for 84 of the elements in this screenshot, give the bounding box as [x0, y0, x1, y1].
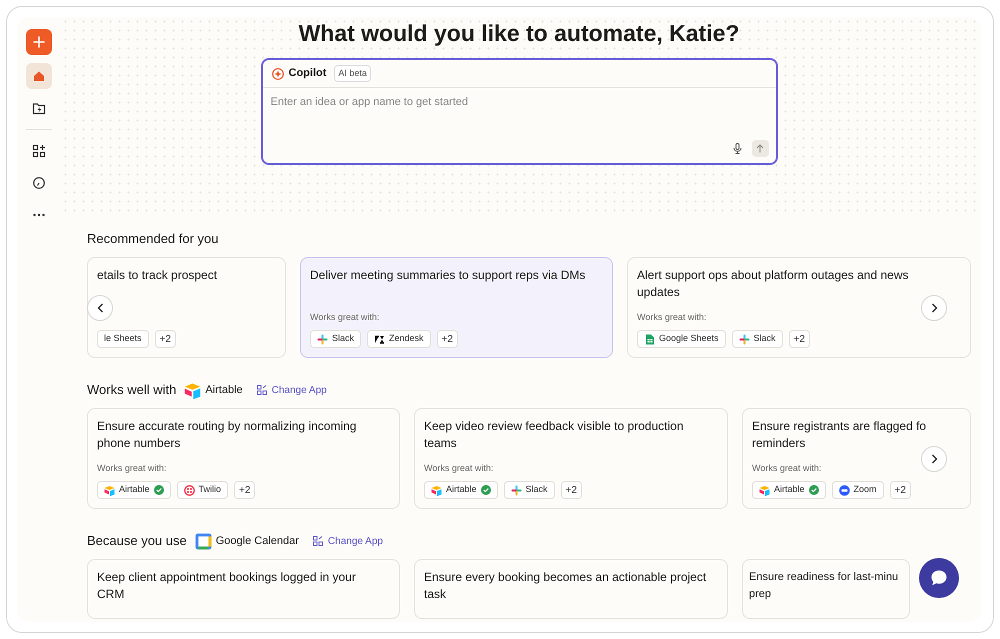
app-chip: Slack: [732, 330, 783, 348]
works-with-label: Works great with:: [637, 310, 708, 324]
airtable-icon: [104, 484, 115, 496]
template-card[interactable]: etails to track prospect le Sheets +2: [87, 257, 286, 358]
apps-icon: [256, 385, 267, 395]
section-heading: Because you use: [87, 532, 187, 550]
template-card[interactable]: Ensure every booking becomes an actionable project task: [414, 559, 728, 619]
chevron-right-icon: [930, 454, 938, 464]
app-chip: le Sheets: [97, 330, 149, 348]
chevron-right-icon: [930, 302, 938, 312]
app-chip: Zoom: [832, 481, 884, 499]
template-card[interactable]: Alert support ops about platform outages and news updates Works great with: Google Sheets Slack +2: [627, 257, 971, 358]
template-card[interactable]: Ensure registrants are flagged fo reminders Works great with: Airtable Zoom +2: [742, 408, 971, 509]
slack-icon: [317, 334, 328, 344]
change-app-link[interactable]: Change App: [312, 534, 383, 548]
card-title: Keep video review feedback visible to production teams: [424, 418, 684, 452]
template-card[interactable]: Deliver meeting summaries to support reps via DMs Works great with: Slack Zendesk +2: [300, 257, 613, 358]
chat-button[interactable]: [919, 558, 959, 598]
app-chip: Airtable: [752, 481, 826, 499]
arrow-up-icon: [756, 144, 764, 153]
more-apps-count: +2: [154, 330, 176, 348]
spreadsheet-icon: [644, 334, 655, 344]
microphone-icon: [733, 143, 742, 154]
works-with-label: Works great with:: [752, 462, 822, 475]
card-title: Deliver meeting summaries to support reps via DMs: [310, 267, 586, 284]
idea-input[interactable]: Enter an idea or app name to get started: [262, 88, 776, 140]
chevron-left-icon: [96, 302, 104, 312]
create-button[interactable]: [26, 29, 52, 55]
copilot-title: Copilot: [288, 66, 326, 82]
more-apps-count: +2: [436, 330, 458, 348]
send-button[interactable]: [752, 140, 768, 157]
slack-icon: [510, 484, 522, 496]
section-heading: Works well with: [87, 381, 176, 400]
app-chip: Airtable: [424, 481, 498, 499]
card-title: Alert support ops about platform outages and news updates: [637, 267, 910, 301]
template-card[interactable]: Ensure accurate routing by normalizing incoming phone numbers Works great with: Airtable Twilio +2: [87, 408, 400, 509]
airtable-icon: [184, 382, 202, 398]
more-apps-count: +2: [560, 481, 582, 499]
change-app-link[interactable]: Change App: [256, 382, 327, 398]
apps-icon: [32, 144, 46, 158]
app-chip: Slack: [504, 481, 555, 499]
copilot-logo-icon: [272, 68, 284, 80]
section-heading: Recommended for you: [87, 230, 219, 248]
app-name: Airtable: [205, 382, 243, 398]
home-icon: [32, 69, 46, 83]
check-circle-icon: [808, 485, 819, 495]
card-title: Ensure accurate routing by normalizing incoming phone numbers: [97, 418, 358, 452]
chat-bubble-icon: [929, 568, 949, 588]
works-with-label: Works great with:: [424, 462, 494, 475]
app-chip: Zendesk: [367, 330, 431, 348]
app-chip: Twilio: [176, 481, 228, 499]
app-chip: Airtable: [97, 481, 171, 499]
card-title: Ensure readiness for last-minu prep: [749, 570, 900, 602]
airtable-icon: [431, 484, 442, 496]
card-title: etails to track prospect: [97, 267, 218, 284]
app-name: Google Calendar: [216, 534, 299, 549]
video-circle-icon: [838, 484, 850, 496]
template-card[interactable]: Keep client appointment bookings logged in your CRM: [87, 559, 400, 619]
airtable-icon: [759, 484, 770, 496]
card-title: Keep client appointment bookings logged in your CRM: [97, 569, 357, 603]
beta-badge: AI beta: [334, 64, 371, 82]
template-card[interactable]: Keep video review feedback visible to production teams Works great with: Airtable Slack +2: [414, 408, 728, 509]
clock-icon: [32, 176, 46, 190]
twilio-icon: [184, 484, 195, 496]
more-apps-count: +2: [890, 481, 911, 499]
folder-bolt-icon: [32, 101, 46, 115]
template-card[interactable]: Ensure readiness for last-minu prep: [742, 559, 910, 619]
slack-icon: [738, 334, 750, 344]
copilot-box[interactable]: Copilot AI beta Enter an idea or app name to get started: [260, 58, 778, 165]
card-title: Ensure every booking becomes an actionable project task: [424, 569, 708, 603]
plus-icon: [32, 35, 46, 49]
card-title: Ensure registrants are flagged fo reminders: [752, 418, 928, 452]
works-with-label: Works great with:: [97, 462, 168, 475]
calendar-icon: [194, 532, 212, 550]
app-chip: Slack: [310, 330, 362, 348]
check-circle-icon: [154, 485, 164, 495]
microphone-button[interactable]: [730, 142, 744, 156]
app-chip: Google Sheets: [637, 330, 726, 348]
apps-icon: [312, 536, 323, 546]
check-circle-icon: [480, 485, 491, 495]
works-with-label: Works great with:: [310, 310, 380, 324]
page-heading: What would you like to automate, Katie?: [298, 19, 740, 48]
more-apps-count: +2: [234, 481, 256, 499]
more-apps-count: +2: [788, 330, 810, 348]
